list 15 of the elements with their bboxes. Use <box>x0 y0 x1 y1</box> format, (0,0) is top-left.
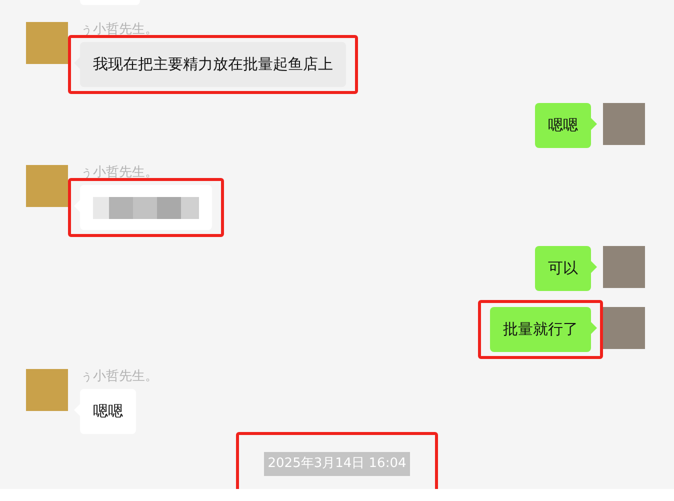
avatar-photo <box>26 22 68 64</box>
message-text: 我现在把主要精力放在批量起鱼店上 <box>93 54 333 76</box>
message-text: 批量就行了 <box>503 319 578 340</box>
sender-name: ぅ小哲先生。 <box>80 165 158 181</box>
message-text: 可以 <box>548 258 578 280</box>
avatar-photo <box>26 369 68 411</box>
message-text: 嗯嗯 <box>548 115 578 136</box>
avatar-photo <box>603 103 645 145</box>
timestamp: 2025年3月14日 16:04 <box>264 452 410 476</box>
sender-name: ぅ小哲先生。 <box>80 369 158 385</box>
avatar-photo <box>603 307 645 349</box>
avatar-photo <box>26 165 68 207</box>
avatar-photo <box>603 246 645 288</box>
sender-name: ぅ小哲先生。 <box>80 22 158 38</box>
message-text: 嗯嗯 <box>93 401 123 422</box>
